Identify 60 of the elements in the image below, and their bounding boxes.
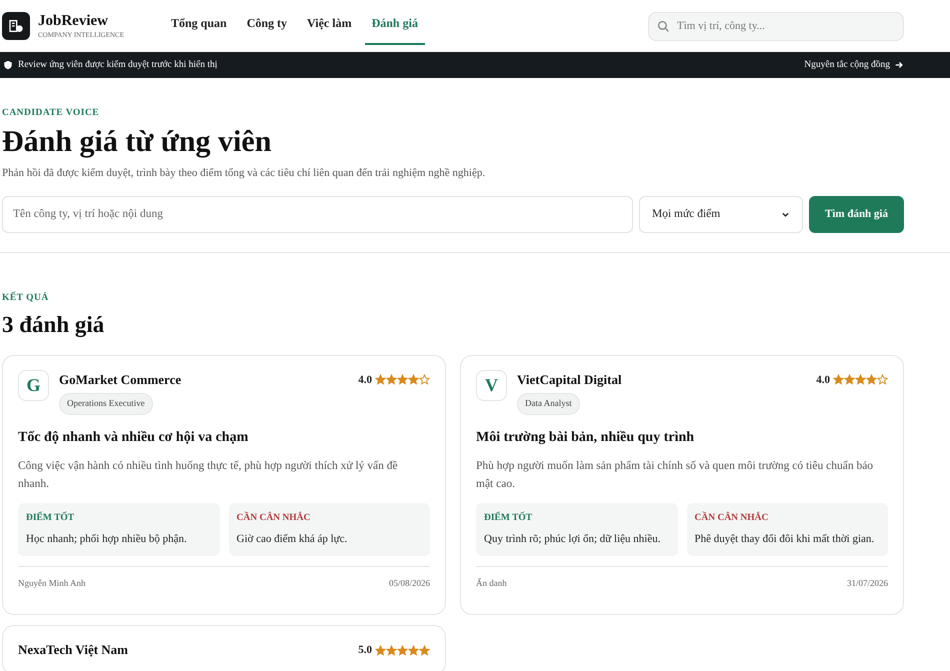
star-outline-icon (419, 374, 430, 386)
star-filled-icon (855, 374, 866, 386)
arrow-right-icon (894, 60, 904, 70)
cons-label: CẦN CÂN NHẮC (236, 510, 312, 524)
pros-label: ĐIỂM TỐT (26, 510, 76, 524)
pros-text: Học nhanh; phối hợp nhiều bộ phận. (26, 532, 188, 547)
star-outline-icon (877, 374, 888, 386)
shield-icon (3, 60, 13, 70)
star-filled-icon (408, 645, 419, 656)
review-date: 31/07/2026 (846, 576, 888, 590)
results-count: 3 đánh giá (2, 311, 106, 340)
page-title: Đánh giá từ ứng viên (2, 124, 272, 160)
company-name: NexaTech Việt Nam (18, 641, 128, 660)
review-title: Môi trường bài bản, nhiều quy trình (476, 428, 696, 446)
star-filled-icon (844, 374, 855, 386)
star-filled-icon (375, 645, 386, 656)
company-initial: V (476, 370, 507, 400)
top-search-field[interactable]: Tìm vị trí, công ty... (648, 12, 904, 40)
role-tag: Operations Executive (59, 393, 153, 414)
hero-eyebrow: CANDIDATE VOICE (2, 107, 100, 120)
star-filled-icon (397, 374, 408, 386)
cons-text: Phê duyệt thay đổi đôi khi mất thời gian. (694, 532, 876, 547)
star-filled-icon (375, 374, 386, 386)
review-author: Ẩn danh (476, 576, 507, 590)
guidelines-link[interactable]: Nguyên tắc cộng đồng (804, 58, 904, 72)
review-body: Phù hợp người muốn làm sản phẩm tài chính số và quen môi trường có tiêu chuẩn bảo mật cao. (476, 458, 874, 492)
brand-name: JobReview (38, 12, 109, 30)
review-body: Công việc vận hành có nhiều tình huống thực tế, phù hợp người thích xử lý vấn đề nhanh. (18, 458, 399, 492)
rating-score: 4.0 (358, 372, 372, 388)
company-name: VietCapital Digital (517, 370, 622, 389)
review-title: Tốc độ nhanh và nhiều cơ hội va chạm (18, 428, 250, 446)
cons-text: Giờ cao điểm khá áp lực. (236, 532, 348, 547)
star-filled-icon (408, 374, 419, 386)
score-select[interactable]: Mọi mức điểm (639, 196, 803, 233)
cons-label: CẦN CÂN NHẮC (694, 510, 770, 524)
star-filled-icon (386, 374, 397, 386)
rating-score: 4.0 (816, 372, 830, 388)
nav-tab[interactable]: Đánh giá (364, 3, 425, 45)
company-initial: G (18, 370, 49, 400)
star-filled-icon (419, 645, 430, 656)
review-search-field[interactable]: Tên công ty, vị trí hoặc nội dung (2, 196, 633, 233)
star-filled-icon (386, 645, 397, 656)
pros-text: Quy trình rõ; phúc lợi ổn; dữ liệu nhiều. (484, 532, 662, 547)
star-filled-icon (866, 374, 877, 386)
review-date: 05/08/2026 (388, 576, 430, 590)
search-reviews-button[interactable]: Tìm đánh giá (809, 196, 904, 233)
star-filled-icon (833, 374, 844, 386)
nav-tab[interactable]: Việc làm (300, 3, 359, 45)
pros-label: ĐIỂM TỐT (484, 510, 534, 524)
nav-tab[interactable]: Tổng quan (164, 3, 234, 45)
results-eyebrow: KẾT QUẢ (2, 290, 50, 305)
company-name: GoMarket Commerce (59, 370, 182, 388)
star-filled-icon (397, 645, 408, 656)
notice-text: Review ứng viên được kiểm duyệt trước khi hiển thị (18, 58, 218, 72)
review-author: Nguyễn Minh Anh (18, 576, 86, 590)
role-tag: Data Analyst (517, 393, 580, 414)
rating-score: 5.0 (358, 643, 372, 658)
search-icon (657, 20, 670, 32)
nav-tab[interactable]: Công ty (240, 3, 294, 45)
page-subtitle: Phản hồi đã được kiểm duyệt, trình bày theo điểm tổng và các tiêu chí liên quan đến trải nghiệm nghề nghiệp. (2, 166, 486, 182)
